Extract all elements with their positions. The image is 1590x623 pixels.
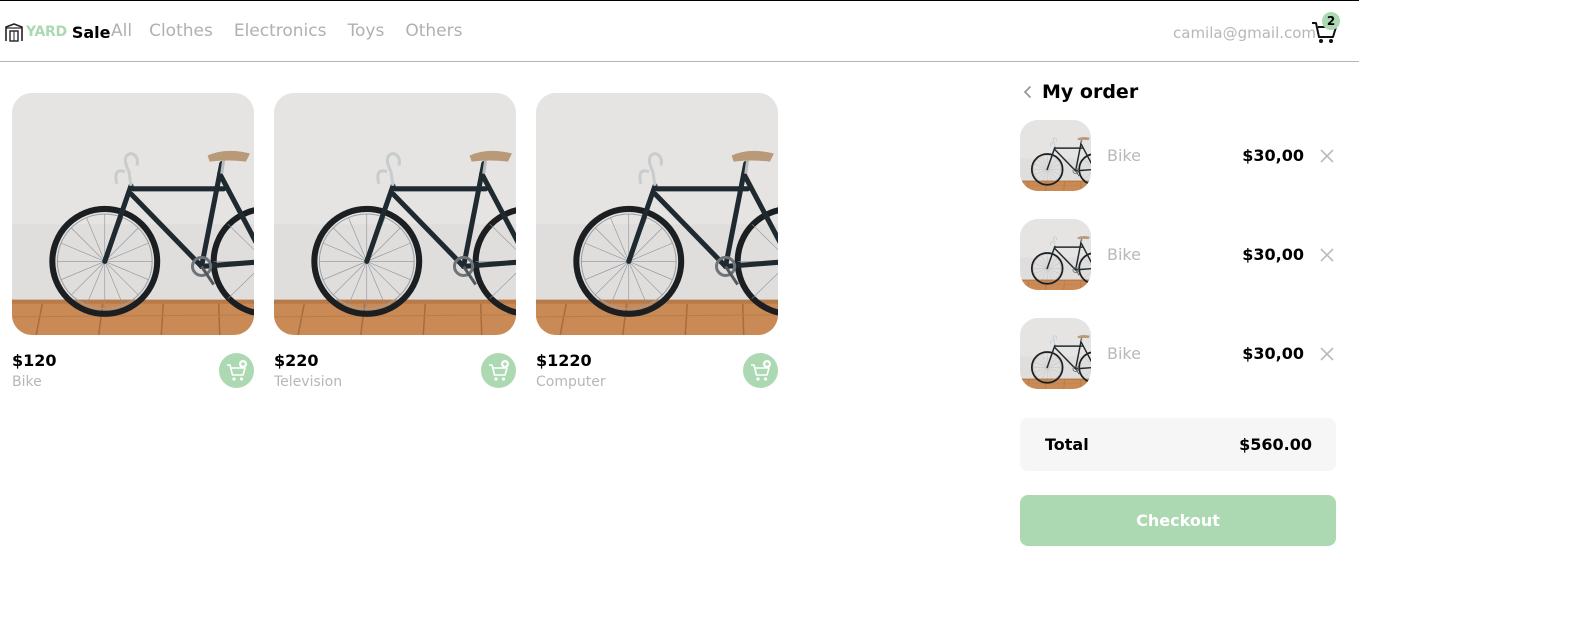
logo-text-yard: YARD (26, 24, 67, 40)
product-image[interactable] (536, 93, 778, 335)
order-item: Bike $30,00 (1020, 219, 1336, 291)
category-nav: All Clothes Electronics Toys Others (111, 21, 483, 41)
nav-link-toys[interactable]: Toys (347, 21, 384, 41)
product-price: $220 (274, 351, 319, 370)
chevron-left-icon[interactable] (1020, 84, 1036, 100)
order-item-name: Bike (1107, 344, 1141, 363)
nav-link-others[interactable]: Others (405, 21, 462, 41)
product-image[interactable] (274, 93, 516, 335)
logo-text-sale: Sale (71, 22, 111, 42)
add-to-cart-icon (488, 359, 509, 381)
order-item-name: Bike (1107, 146, 1141, 165)
close-icon[interactable] (1318, 345, 1336, 363)
total-label: Total (1045, 435, 1089, 454)
order-item-image (1020, 219, 1091, 290)
user-email[interactable]: camila@gmail.com (1173, 24, 1316, 42)
order-item-price: $30,00 (1242, 245, 1304, 264)
order-header: My order (1020, 78, 1138, 106)
close-icon[interactable] (1318, 246, 1336, 264)
nav-link-all[interactable]: All (111, 21, 132, 41)
order-item-price: $30,00 (1242, 146, 1304, 165)
order-item-name: Bike (1107, 245, 1141, 264)
checkout-button[interactable]: Checkout (1020, 495, 1336, 546)
add-to-cart-button[interactable] (481, 353, 516, 388)
product-image[interactable] (12, 93, 254, 335)
product-card[interactable]: $120 Bike (12, 93, 254, 393)
add-to-cart-button[interactable] (743, 353, 778, 388)
order-title: My order (1042, 81, 1139, 103)
product-card[interactable]: $1220 Computer (536, 93, 778, 393)
product-price: $120 (12, 351, 57, 370)
nav-link-clothes[interactable]: Clothes (149, 21, 213, 41)
nav-link-electronics[interactable]: Electronics (234, 21, 327, 41)
logo[interactable]: YARD Sale (4, 20, 111, 44)
storefront-icon (5, 23, 23, 42)
order-item-image (1020, 120, 1091, 191)
product-name: Computer (536, 374, 606, 390)
add-to-cart-icon (226, 359, 247, 381)
order-total: Total $560.00 (1020, 418, 1336, 471)
total-value: $560.00 (1239, 435, 1312, 454)
add-to-cart-button[interactable] (219, 353, 254, 388)
order-item-image (1020, 318, 1091, 389)
add-to-cart-icon (750, 359, 771, 381)
product-name: Television (274, 374, 343, 390)
order-item-price: $30,00 (1242, 344, 1304, 363)
cart-count-badge: 2 (1322, 12, 1340, 30)
order-item: Bike $30,00 (1020, 318, 1336, 390)
top-navbar: YARD Sale All Clothes Electronics Toys O… (0, 0, 1359, 62)
order-item: Bike $30,00 (1020, 120, 1336, 192)
product-price: $1220 (536, 351, 592, 370)
product-card[interactable]: $220 Television (274, 93, 516, 393)
product-name: Bike (12, 374, 42, 390)
close-icon[interactable] (1318, 147, 1336, 165)
